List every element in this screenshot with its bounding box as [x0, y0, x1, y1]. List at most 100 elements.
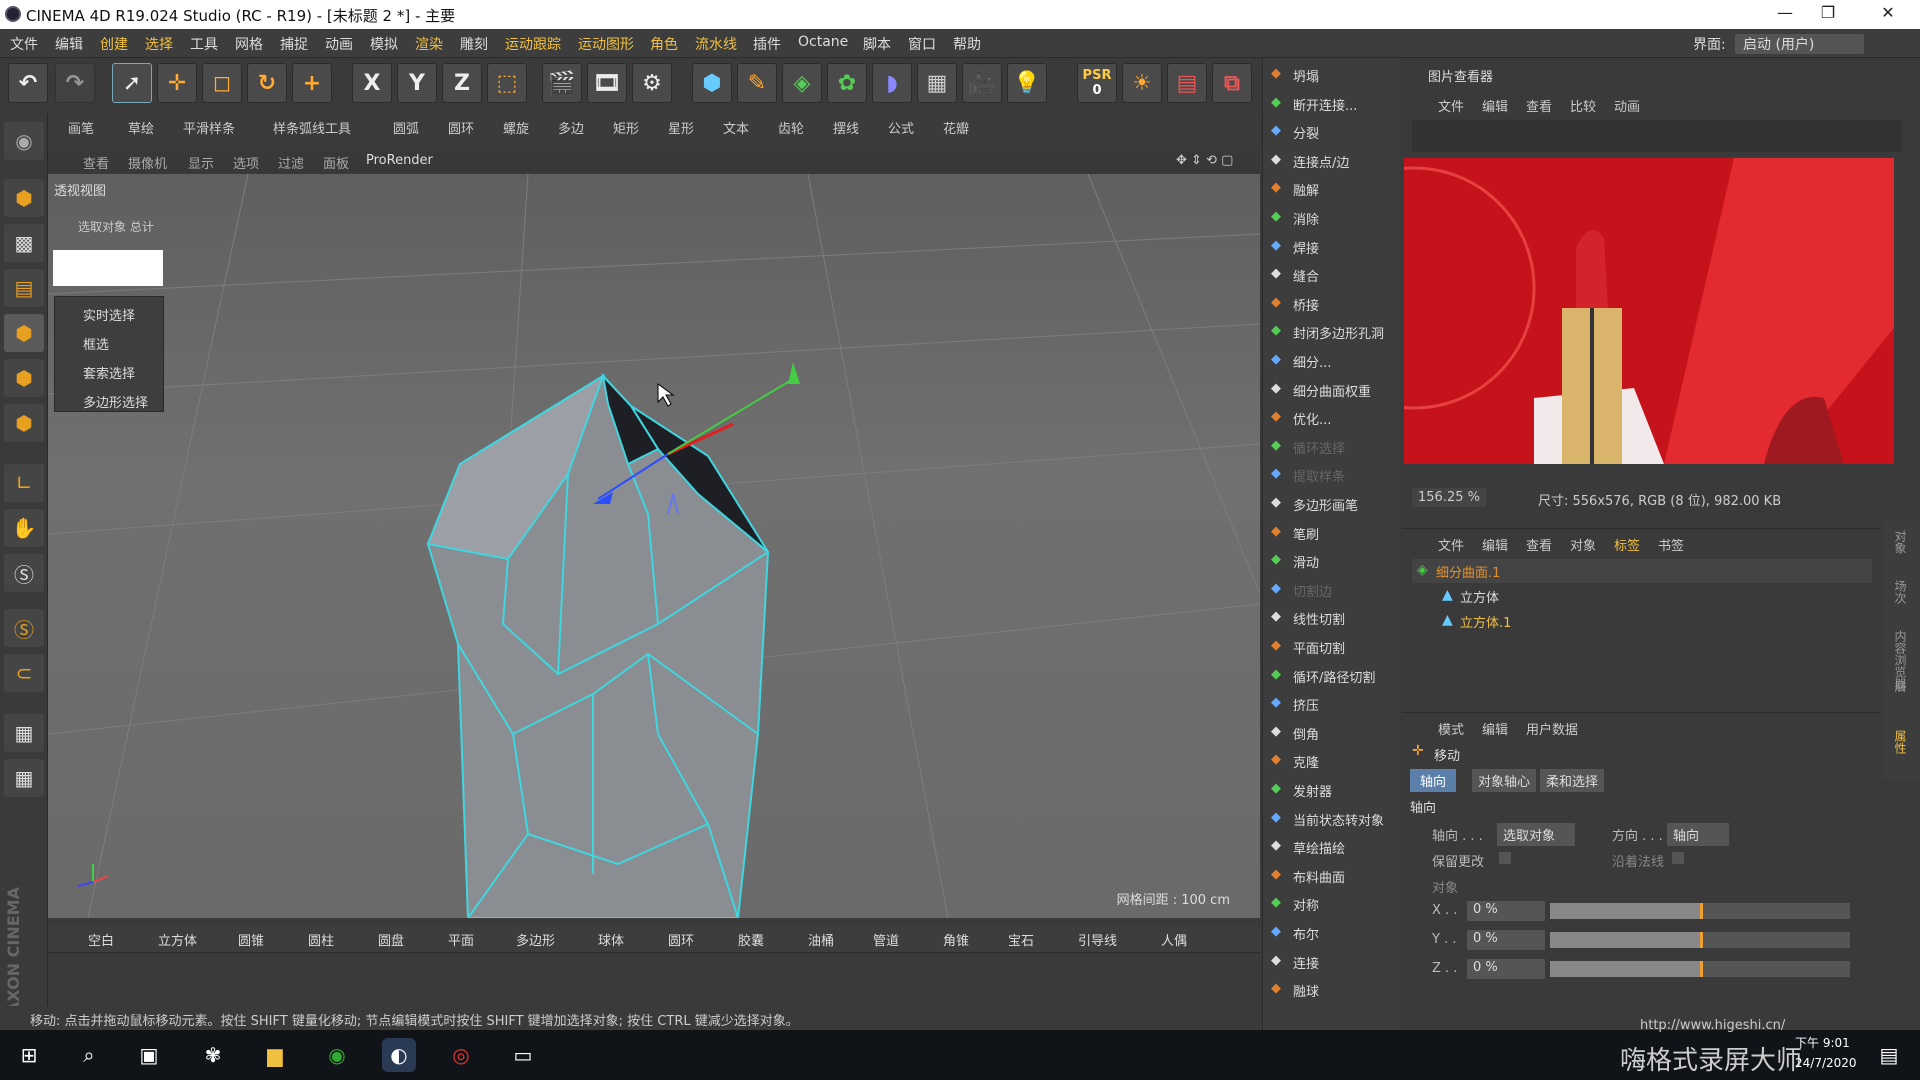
om-menu-tags[interactable]: 标签 — [1614, 535, 1640, 554]
mesh-tool-32[interactable]: 融球 — [1293, 981, 1319, 1000]
menu-edit[interactable]: 编辑 — [55, 34, 83, 54]
obj-cylinder[interactable]: 圆柱 — [308, 930, 334, 949]
menu-snap[interactable]: 捕捉 — [280, 34, 308, 54]
camera-icon[interactable]: 🎥 — [962, 63, 1002, 103]
obj-disc[interactable]: 圆盘 — [378, 930, 404, 949]
mesh-tool-21[interactable]: 循环/路径切割 — [1293, 667, 1375, 686]
tool-star[interactable]: 星形 — [668, 118, 694, 137]
timeline-icon[interactable]: ▤ — [1167, 63, 1207, 103]
point-mode-icon[interactable]: ⬢ — [4, 314, 44, 352]
redo-icon[interactable]: ↷ — [55, 63, 95, 103]
move-tool-icon[interactable]: ✛ — [157, 63, 197, 103]
obj-platonic[interactable]: 宝石 — [1008, 930, 1034, 949]
am-menu-edit[interactable]: 编辑 — [1482, 719, 1508, 738]
side-tab-4[interactable]: 属性 — [1892, 730, 1909, 754]
axis-dropdown[interactable]: 选取对象 — [1497, 823, 1576, 846]
menu-tools[interactable]: 工具 — [190, 34, 218, 54]
menu-plugins[interactable]: 插件 — [753, 34, 781, 54]
vp-menu-options[interactable]: 选项 — [233, 153, 259, 172]
menu-pipeline[interactable]: 流水线 — [695, 34, 737, 54]
app-icon[interactable]: ✾ — [196, 1038, 230, 1072]
render-picture-viewer-icon[interactable]: 🎞 — [587, 63, 627, 103]
mesh-tool-11[interactable]: 细分曲面权重 — [1293, 381, 1371, 400]
mesh-tool-27[interactable]: 草绘描绘 — [1293, 838, 1345, 857]
menu-mograph[interactable]: 运动图形 — [578, 34, 634, 54]
obj-guide[interactable]: 引导线 — [1078, 930, 1117, 949]
pv-menu-view[interactable]: 查看 — [1526, 96, 1552, 115]
pv-zoom-field[interactable]: 156.25 % — [1412, 488, 1486, 507]
grid-lock-icon[interactable]: ▦ — [4, 714, 44, 752]
mesh-tool-29[interactable]: 对称 — [1293, 895, 1319, 914]
model-mode-icon[interactable]: ⬢ — [4, 179, 44, 217]
pv-menu-animation[interactable]: 动画 — [1614, 96, 1640, 115]
search-icon[interactable]: ⌕ — [72, 1038, 106, 1072]
close-button[interactable]: ✕ — [1868, 3, 1908, 22]
tool-helix[interactable]: 螺旋 — [503, 118, 529, 137]
menu-character[interactable]: 角色 — [650, 34, 678, 54]
render-view-icon[interactable]: 🎬 — [542, 63, 582, 103]
tool-sketch[interactable]: 草绘 — [128, 118, 154, 137]
tool-text[interactable]: 文本 — [723, 118, 749, 137]
pen-spline-icon[interactable]: ✎ — [737, 63, 777, 103]
tool-formula[interactable]: 公式 — [888, 118, 914, 137]
tab-object-axis[interactable]: 对象轴心 — [1472, 769, 1537, 792]
along-normals-checkbox[interactable] — [1672, 852, 1684, 864]
workplane-mode-icon[interactable]: ▤ — [4, 269, 44, 307]
mesh-tool-0[interactable]: 坍塌 — [1293, 66, 1319, 85]
edge-mode-icon[interactable]: ⬢ — [4, 359, 44, 397]
obj-torus[interactable]: 圆环 — [668, 930, 694, 949]
tool-flower[interactable]: 花瓣 — [943, 118, 969, 137]
am-menu-userdata[interactable]: 用户数据 — [1526, 719, 1578, 738]
side-tab-3[interactable]: 层 — [1892, 680, 1909, 692]
object-row[interactable]: ▲ 立方体 — [1412, 584, 1872, 608]
tab-axis[interactable]: 轴向 — [1410, 769, 1457, 792]
polygon-mode-icon[interactable]: ⬢ — [4, 404, 44, 442]
mesh-tool-12[interactable]: 优化... — [1293, 409, 1331, 428]
live-selection-item[interactable]: 实时选择 — [83, 305, 135, 324]
direction-dropdown[interactable]: 轴向 — [1667, 823, 1730, 846]
menu-help[interactable]: 帮助 — [953, 34, 981, 54]
om-menu-edit[interactable]: 编辑 — [1482, 535, 1508, 554]
mesh-tool-16[interactable]: 笔刷 — [1293, 524, 1319, 543]
tool-brush[interactable]: 画笔 — [68, 118, 94, 137]
layout-dropdown[interactable]: 启动 (用户) — [1735, 34, 1865, 54]
menu-mesh[interactable]: 网格 — [235, 34, 263, 54]
mesh-tool-3[interactable]: 连接点/边 — [1293, 152, 1349, 171]
floor-icon[interactable]: ▦ — [917, 63, 957, 103]
mesh-tool-25[interactable]: 发射器 — [1293, 781, 1332, 800]
tweak-mode-icon[interactable]: ✋ — [4, 509, 44, 547]
mesh-tool-13[interactable]: 循环选择 — [1293, 438, 1345, 457]
field-value[interactable]: 0 % — [1467, 901, 1545, 921]
menu-octane[interactable]: Octane — [798, 34, 848, 50]
mesh-tool-6[interactable]: 焊接 — [1293, 238, 1319, 257]
texture-mode-icon[interactable]: ▩ — [4, 224, 44, 262]
pv-menu-compare[interactable]: 比较 — [1570, 96, 1596, 115]
field-value[interactable]: 0 % — [1467, 959, 1545, 979]
mesh-tool-24[interactable]: 克隆 — [1293, 752, 1319, 771]
netease-music-icon[interactable]: ◎ — [444, 1038, 478, 1072]
psr-button[interactable]: PSR 0 — [1077, 63, 1117, 103]
mesh-tool-4[interactable]: 融解 — [1293, 180, 1319, 199]
tool-spline-arc[interactable]: 样条弧线工具 — [273, 118, 351, 137]
tool-cycloid[interactable]: 摆线 — [833, 118, 859, 137]
polygon-selection-item[interactable]: 多边形选择 — [83, 392, 148, 411]
tool-smooth-spline[interactable]: 平滑样条 — [183, 118, 235, 137]
tool-circle[interactable]: 圆环 — [448, 118, 474, 137]
menu-render[interactable]: 渲染 — [415, 34, 443, 54]
am-menu-mode[interactable]: 模式 — [1438, 719, 1464, 738]
object-row[interactable]: 细分曲面.1 ◈ — [1412, 559, 1872, 583]
obj-capsule[interactable]: 胶囊 — [738, 930, 764, 949]
magnet-icon[interactable]: ⊂ — [4, 654, 44, 692]
menu-file[interactable]: 文件 — [10, 34, 38, 54]
obj-sphere[interactable]: 球体 — [598, 930, 624, 949]
om-menu-bookmarks[interactable]: 书签 — [1658, 535, 1684, 554]
menu-sculpt[interactable]: 雕刻 — [460, 34, 488, 54]
mesh-tool-5[interactable]: 消除 — [1293, 209, 1319, 228]
rotate-tool-icon[interactable]: ↻ — [247, 63, 287, 103]
mesh-tool-30[interactable]: 布尔 — [1293, 924, 1319, 943]
deformer-icon[interactable]: ◗ — [872, 63, 912, 103]
z-axis-lock[interactable]: Z — [442, 63, 482, 103]
mesh-tool-28[interactable]: 布料曲面 — [1293, 867, 1345, 886]
tab-soft-selection[interactable]: 柔和选择 — [1540, 769, 1605, 792]
mesh-tool-31[interactable]: 连接 — [1293, 953, 1319, 972]
